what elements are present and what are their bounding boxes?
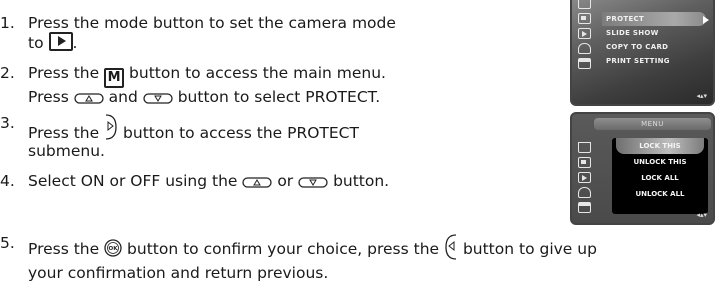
step-text-fragment: or xyxy=(277,172,294,190)
step-5: 5. Press the OK button to confirm your c… xyxy=(0,234,715,284)
step-1: 1. Press the mode button to set the came… xyxy=(0,14,560,54)
step-text: Press the OK button to confirm your choi… xyxy=(28,234,717,282)
step-text: Press the M button to access the main me… xyxy=(28,64,386,106)
step-text-fragment: button to confirm your choice, press the xyxy=(127,240,440,258)
ok-button-icon: OK xyxy=(104,239,122,257)
menu-key-icon: M xyxy=(104,68,125,88)
step-line: Press and button to select PROTECT. xyxy=(28,88,386,106)
step-2: 2. Press the M button to access the main… xyxy=(0,64,560,106)
submenu-item-lock-all[interactable]: LOCK ALL xyxy=(612,170,708,186)
step-line: submenu. xyxy=(28,142,105,160)
step-line: Press the M button to access the main me… xyxy=(28,64,386,88)
step-line: Press the button to access the PROTECT xyxy=(28,114,359,142)
delete-icon xyxy=(578,0,591,9)
step-text-fragment: button to access the main menu. xyxy=(129,64,386,82)
navigation-hint: ◂▴▾ xyxy=(696,211,707,219)
menu-item-print-setting[interactable]: PRINT SETTING xyxy=(606,54,706,68)
slideshow-icon xyxy=(578,28,591,39)
step-text-fragment: button to give up xyxy=(462,240,597,258)
menu-icon-column xyxy=(578,142,596,217)
print-icon xyxy=(578,58,591,69)
protect-icon xyxy=(578,157,591,168)
copy-to-card-icon xyxy=(578,187,591,198)
step-text: Press the mode button to set the camera … xyxy=(28,14,396,52)
step-text-fragment: Select ON or OFF using the xyxy=(28,172,238,190)
menu-item-slide-show[interactable]: SLIDE SHOW xyxy=(606,26,706,40)
menu-icon-column xyxy=(578,0,596,73)
playback-icon xyxy=(48,32,73,51)
camera-menu-screen: PROTECT SLIDE SHOW COPY TO CARD PRINT SE… xyxy=(570,0,715,106)
down-button-icon xyxy=(298,177,328,188)
step-text-fragment: button to select PROTECT. xyxy=(177,88,381,106)
protect-icon xyxy=(578,13,591,24)
step-number: 3. xyxy=(0,114,15,132)
left-button-icon xyxy=(445,234,457,260)
step-text: Select ON or OFF using the or button. xyxy=(28,172,389,190)
step-text-fragment: and xyxy=(108,88,138,106)
navigation-hint: ◂▴▾ xyxy=(696,92,707,100)
menu-item-protect[interactable]: PROTECT xyxy=(602,12,706,26)
step-text-fragment: button. xyxy=(333,172,390,190)
step-number: 5. xyxy=(0,234,15,252)
delete-icon xyxy=(578,142,591,153)
step-text-fragment: Press the xyxy=(28,240,100,258)
camera-protect-screen: MENU LOCK THIS UNLOCK THIS LOCK ALL UNLO… xyxy=(570,112,715,225)
submenu-item-unlock-this[interactable]: UNLOCK THIS xyxy=(612,154,708,170)
step-line: your confirmation and return previous. xyxy=(28,264,329,282)
step-text-fragment: . xyxy=(72,34,78,52)
up-button-icon xyxy=(74,93,104,104)
print-icon xyxy=(578,202,591,213)
step-line: to . xyxy=(28,32,396,52)
step-text-fragment: to xyxy=(28,34,44,52)
step-line: Press the OK button to confirm your choi… xyxy=(28,234,717,260)
chevron-right-icon xyxy=(703,16,709,24)
step-number: 4. xyxy=(0,172,15,190)
step-number: 2. xyxy=(0,64,15,82)
step-text-fragment: button to access the PROTECT xyxy=(123,124,359,142)
main-menu-list: PROTECT SLIDE SHOW COPY TO CARD PRINT SE… xyxy=(602,12,706,68)
step-text-fragment: Press xyxy=(28,88,69,106)
step-text: Press the button to access the PROTECT s… xyxy=(28,114,359,160)
submenu-item-lock-this[interactable]: LOCK THIS xyxy=(616,138,704,154)
protect-submenu: LOCK THIS UNLOCK THIS LOCK ALL UNLOCK AL… xyxy=(612,138,708,214)
ok-key-label: OK xyxy=(109,246,119,252)
up-button-icon xyxy=(242,177,273,188)
step-4: 4. Select ON or OFF using the or button. xyxy=(0,172,560,194)
step-line: Press the mode button to set the camera … xyxy=(28,14,396,32)
menu-title: MENU xyxy=(594,118,711,130)
step-3: 3. Press the button to access the PROTEC… xyxy=(0,114,560,160)
step-number: 1. xyxy=(0,14,15,32)
submenu-item-unlock-all[interactable]: UNLOCK ALL xyxy=(612,186,708,202)
step-text-fragment: Press the xyxy=(28,64,100,82)
slideshow-icon xyxy=(578,172,591,183)
right-button-icon xyxy=(106,114,117,140)
step-text-fragment: Press the xyxy=(28,124,100,142)
copy-to-card-icon xyxy=(578,43,591,54)
down-button-icon xyxy=(143,93,173,104)
menu-item-copy-to-card[interactable]: COPY TO CARD xyxy=(606,40,706,54)
